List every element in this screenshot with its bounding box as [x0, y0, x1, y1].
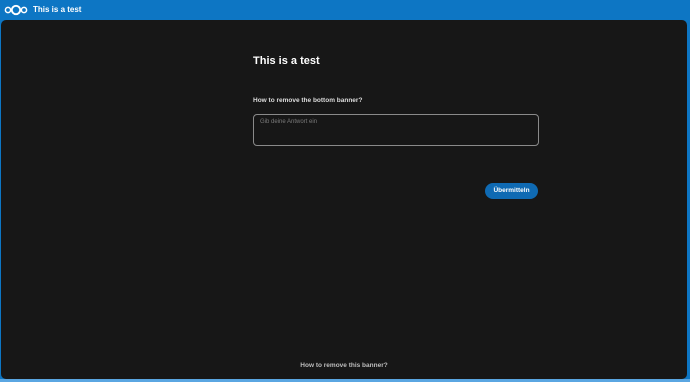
header-title: This is a test — [33, 5, 82, 14]
app-header: This is a test — [0, 0, 690, 20]
remove-banner-link[interactable]: How to remove this banner? — [1, 361, 687, 370]
nextcloud-logo-icon[interactable] — [4, 4, 28, 16]
form-title: This is a test — [253, 55, 320, 67]
form-content: This is a test How to remove the bottom … — [1, 20, 687, 379]
answer-input[interactable] — [253, 114, 539, 146]
submit-button[interactable]: Übermitteln — [485, 183, 538, 199]
question-label: How to remove the bottom banner? — [253, 97, 363, 104]
